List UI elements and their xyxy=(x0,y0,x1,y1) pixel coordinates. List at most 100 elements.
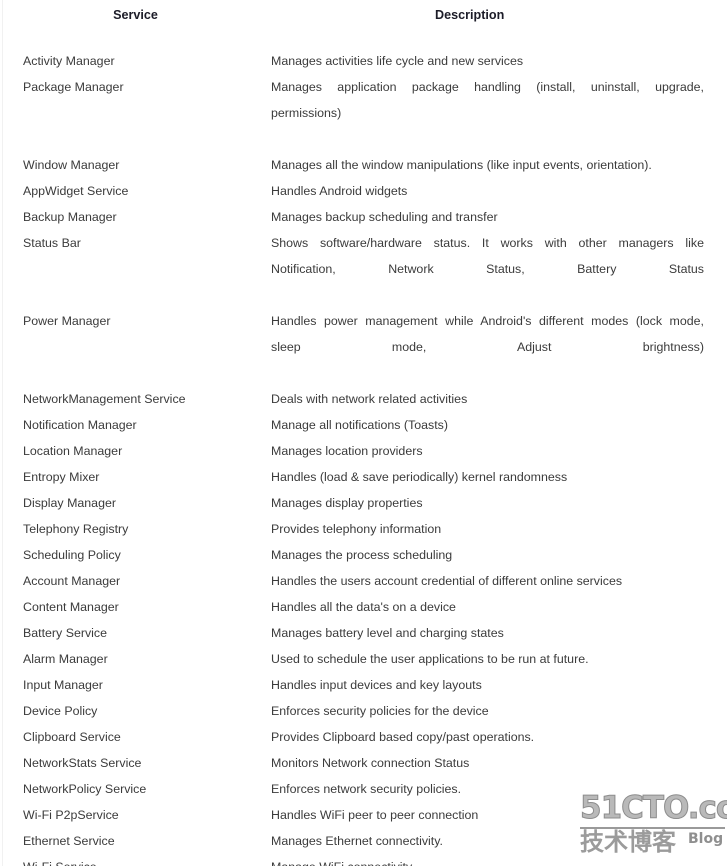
service-description-cell: Manage WiFi connectivity xyxy=(271,854,727,866)
service-description-text: Provides telephony information xyxy=(271,522,442,536)
service-description-cell: Handles the users account credential of … xyxy=(271,568,727,594)
table-row: Content Manager Handles all the data's on… xyxy=(0,594,727,620)
table-row: Alarm Manager Used to schedule the user a… xyxy=(0,646,727,672)
service-name-cell: Ethernet Service xyxy=(23,834,115,848)
service-description-cell: Handles (load & save periodically) kerne… xyxy=(271,464,727,490)
service-name-cell: Entropy Mixer xyxy=(23,470,100,484)
table-row: Scheduling Policy Manages the process sch… xyxy=(0,542,727,568)
service-description-text: Handles WiFi peer to peer connection xyxy=(271,808,479,822)
service-description-text: Provides Clipboard based copy/past opera… xyxy=(271,730,535,744)
service-description-cell: Manages Ethernet connectivity. xyxy=(271,828,727,854)
service-description-text: Manages application package handling (in… xyxy=(271,80,704,120)
service-description-text: Used to schedule the user applications t… xyxy=(271,652,589,666)
service-description-cell: Monitors Network connection Status xyxy=(271,750,727,776)
table-row: Display Manager Manages display propertie… xyxy=(0,490,727,516)
service-description-cell: Deals with network related activities xyxy=(271,386,727,412)
service-name-cell: Package Manager xyxy=(23,80,124,94)
service-description-cell: Enforces network security policies. xyxy=(271,776,727,802)
service-name-cell: Window Manager xyxy=(23,158,120,172)
service-name-cell: Alarm Manager xyxy=(23,652,108,666)
table-row: Battery Service Manages battery level and… xyxy=(0,620,727,646)
service-description-cell: Handles WiFi peer to peer connection xyxy=(271,802,727,828)
table-row: Clipboard Service Provides Clipboard base… xyxy=(0,724,727,750)
table-row: NetworkManagement Service Deals with netw… xyxy=(0,386,727,412)
table-row: Entropy Mixer Handles (load & save period… xyxy=(0,464,727,490)
service-description-cell: Handles Android widgets xyxy=(271,178,727,204)
table-row: Account Manager Handles the users account… xyxy=(0,568,727,594)
service-name-cell: Backup Manager xyxy=(23,210,117,224)
table-row: AppWidget Service Handles Android widgets xyxy=(0,178,727,204)
service-name-cell: Input Manager xyxy=(23,678,103,692)
table-row: Status Bar Shows software/hardware status… xyxy=(0,230,727,308)
service-name-cell: NetworkStats Service xyxy=(23,756,142,770)
table-row: Power Manager Handles power management wh… xyxy=(0,308,727,386)
service-description-cell: Manages activities life cycle and new se… xyxy=(271,48,727,74)
service-description-cell: Handles power management while Android's… xyxy=(271,308,727,386)
service-description-text: Manage all notifications (Toasts) xyxy=(271,418,448,432)
service-name-cell: Display Manager xyxy=(23,496,116,510)
service-name-cell: AppWidget Service xyxy=(23,184,129,198)
service-description-cell: Manages the process scheduling xyxy=(271,542,727,568)
service-description-cell: Enforces security policies for the devic… xyxy=(271,698,727,724)
service-description-text: Handles Android widgets xyxy=(271,184,408,198)
service-description-cell: Manages backup scheduling and transfer xyxy=(271,204,727,230)
table-row: Location Manager Manages location provide… xyxy=(0,438,727,464)
table-row: Ethernet Service Manages Ethernet connect… xyxy=(0,828,727,854)
service-name-cell: Scheduling Policy xyxy=(23,548,121,562)
service-description-text: Manages battery level and charging state… xyxy=(271,626,504,640)
service-description-text: Monitors Network connection Status xyxy=(271,756,470,770)
service-description-text: Manages the process scheduling xyxy=(271,548,453,562)
service-description-text: Handles input devices and key layouts xyxy=(271,678,482,692)
service-description-text: Handles power management while Android's… xyxy=(271,314,704,354)
service-name-cell: Notification Manager xyxy=(23,418,137,432)
service-description-text: Manages display properties xyxy=(271,496,423,510)
service-description-text: Enforces network security policies. xyxy=(271,782,462,796)
service-description-cell: Manages application package handling (in… xyxy=(271,74,727,152)
table-row: Telephony Registry Provides telephony inf… xyxy=(0,516,727,542)
service-name-cell: Telephony Registry xyxy=(23,522,129,536)
service-table-page: Service Description Activity Manager Mana… xyxy=(0,0,727,866)
service-name-cell: Battery Service xyxy=(23,626,108,640)
service-description-cell: Used to schedule the user applications t… xyxy=(271,646,727,672)
service-description-cell: Manages display properties xyxy=(271,490,727,516)
android-system-services-table: Service Description Activity Manager Mana… xyxy=(0,0,727,866)
column-header-service: Service xyxy=(113,8,158,22)
service-description-text: Handles (load & save periodically) kerne… xyxy=(271,470,568,484)
service-description-text: Enforces security policies for the devic… xyxy=(271,704,489,718)
table-row: Package Manager Manages application packa… xyxy=(0,74,727,152)
table-row: NetworkPolicy Service Enforces network se… xyxy=(0,776,727,802)
service-description-text: Manages all the window manipulations (li… xyxy=(271,158,652,172)
service-description-text: Manage WiFi connectivity xyxy=(271,854,704,866)
service-description-cell: Provides telephony information xyxy=(271,516,727,542)
table-row: Backup Manager Manages backup scheduling … xyxy=(0,204,727,230)
service-name-cell: Content Manager xyxy=(23,600,119,614)
service-name-cell: NetworkManagement Service xyxy=(23,392,186,406)
column-header-description: Description xyxy=(435,8,505,22)
service-description-text: Manages location providers xyxy=(271,444,423,458)
service-name-cell: Clipboard Service xyxy=(23,730,121,744)
service-name-cell: NetworkPolicy Service xyxy=(23,782,147,796)
service-name-cell: Wi-Fi P2pService xyxy=(23,808,119,822)
table-row: Device Policy Enforces security policies … xyxy=(0,698,727,724)
service-description-cell: Manages location providers xyxy=(271,438,727,464)
service-name-cell: Wi-Fi Service xyxy=(0,854,271,866)
service-name-cell: Account Manager xyxy=(23,574,121,588)
service-name-cell: Device Policy xyxy=(23,704,98,718)
service-name-cell: Power Manager xyxy=(23,314,111,328)
service-description-text: Handles the users account credential of … xyxy=(271,574,623,588)
service-name-cell: Location Manager xyxy=(23,444,123,458)
table-row: Input Manager Handles input devices and k… xyxy=(0,672,727,698)
table-row: Wi-Fi ServiceManage WiFi connectivity xyxy=(0,854,727,866)
table-row: Window Manager Manages all the window man… xyxy=(0,152,727,178)
service-description-text: Handles all the data's on a device xyxy=(271,600,456,614)
service-description-cell: Handles all the data's on a device xyxy=(271,594,727,620)
service-description-text: Deals with network related activities xyxy=(271,392,468,406)
service-name-cell: Status Bar xyxy=(23,236,81,250)
service-description-cell: Manage all notifications (Toasts) xyxy=(271,412,727,438)
service-description-text: Shows software/hardware status. It works… xyxy=(271,236,704,276)
service-description-text: Manages Ethernet connectivity. xyxy=(271,834,443,848)
service-name-cell: Activity Manager xyxy=(23,54,115,68)
table-row: Wi-Fi P2pService Handles WiFi peer to pee… xyxy=(0,802,727,828)
table-row: Notification Manager Manage all notificat… xyxy=(0,412,727,438)
table-header-row: Service Description xyxy=(0,0,727,48)
